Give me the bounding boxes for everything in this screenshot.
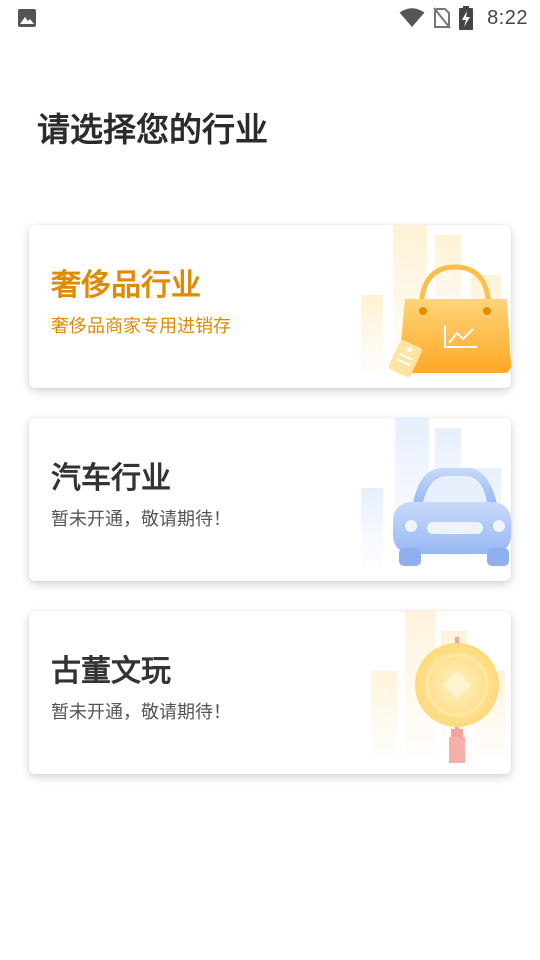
no-sim-icon	[433, 7, 451, 29]
card-subtitle: 暂未开通，敬请期待！	[51, 702, 231, 723]
shopping-bag-icon	[341, 225, 511, 388]
card-title: 奢侈品行业	[51, 268, 201, 303]
status-bar: 8:22	[0, 0, 540, 36]
status-time: 8:22	[487, 6, 528, 29]
status-icons: 8:22	[399, 0, 528, 36]
car-icon	[341, 418, 511, 581]
battery-charging-icon	[459, 6, 474, 30]
industry-card-automotive[interactable]: 汽车行业 暂未开通，敬请期待！	[29, 418, 511, 581]
antique-coin-icon	[341, 611, 511, 774]
card-title: 古董文玩	[51, 654, 171, 689]
image-icon	[17, 8, 37, 28]
wifi-icon	[399, 8, 425, 28]
card-subtitle: 奢侈品商家专用进销存	[51, 316, 231, 337]
industry-card-antiques[interactable]: 古董文玩 暂未开通，敬请期待！	[29, 611, 511, 774]
page-title: 请选择您的行业	[37, 110, 268, 149]
card-subtitle: 暂未开通，敬请期待！	[51, 509, 231, 530]
industry-card-luxury[interactable]: 奢侈品行业 奢侈品商家专用进销存	[29, 225, 511, 388]
card-title: 汽车行业	[51, 461, 171, 496]
